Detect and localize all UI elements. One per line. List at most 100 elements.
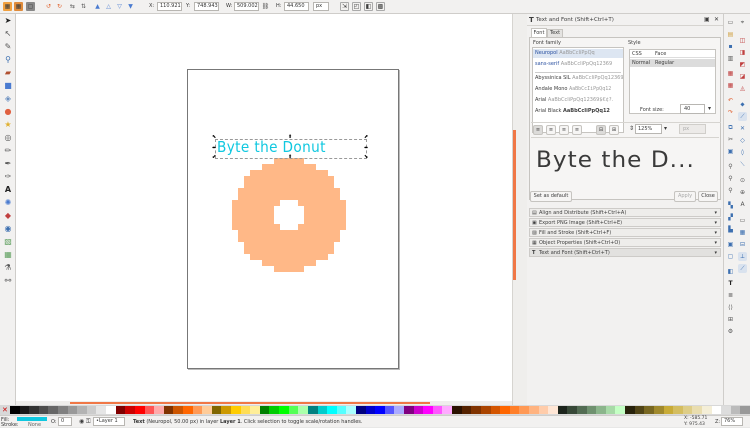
palette-swatch[interactable] <box>67 406 78 414</box>
scale-handle-nw[interactable]: ⬉ <box>212 135 216 140</box>
snap-text-baseline-icon[interactable]: A <box>738 200 747 209</box>
palette-swatch[interactable] <box>730 406 741 414</box>
palette-swatch[interactable] <box>38 406 49 414</box>
palette-swatch[interactable] <box>279 406 289 414</box>
palette-swatch[interactable] <box>336 406 347 414</box>
palette-swatch[interactable] <box>538 406 549 414</box>
layer-select[interactable]: •Layer 1 <box>93 417 125 426</box>
print-icon[interactable]: ▥ <box>726 54 735 63</box>
palette-swatch[interactable] <box>48 406 59 414</box>
font-size-dropdown-icon[interactable]: ▾ <box>708 105 711 112</box>
snap-bbox-midpoints-icon[interactable]: ◪ <box>738 72 747 81</box>
palette-swatch[interactable] <box>231 406 241 414</box>
palette-swatch[interactable] <box>490 406 501 414</box>
palette-swatch[interactable] <box>500 406 511 414</box>
undo-icon[interactable]: ↶ <box>726 96 735 105</box>
swatch-strip[interactable] <box>10 406 750 414</box>
palette-swatch[interactable] <box>461 406 472 414</box>
palette-swatch[interactable] <box>115 406 126 414</box>
group-icon[interactable]: ▣ <box>726 240 735 249</box>
palette-swatch[interactable] <box>394 406 405 414</box>
palette-swatch[interactable] <box>404 406 414 414</box>
palette-swatch[interactable] <box>182 406 193 414</box>
dock-collapse-icon[interactable]: ▾ <box>714 239 717 247</box>
palette-swatch[interactable] <box>269 406 280 414</box>
palette-swatch[interactable] <box>125 406 136 414</box>
dock-collapse-icon[interactable]: ▾ <box>714 249 717 257</box>
unlink-clone-icon[interactable]: ▙ <box>726 225 735 234</box>
palette-swatch[interactable] <box>432 406 443 414</box>
zoom-drawing-icon[interactable]: ⚲ <box>726 174 735 183</box>
save-icon[interactable]: ▪ <box>726 42 735 51</box>
palette-swatch[interactable] <box>567 406 578 414</box>
palette-swatch[interactable] <box>625 406 635 414</box>
palette-swatch[interactable] <box>519 406 530 414</box>
palette-swatch[interactable] <box>19 406 30 414</box>
tab-font[interactable]: Font <box>531 28 547 37</box>
dock-text-and-font[interactable]: T Text and Font (Shift+Ctrl+T) ▾ <box>529 248 721 257</box>
palette-swatch[interactable] <box>586 406 597 414</box>
set-default-button[interactable]: Set as default <box>530 191 572 202</box>
snap-midpoints-icon[interactable]: ⟍ <box>738 160 747 169</box>
palette-swatch[interactable] <box>721 406 732 414</box>
snap-bbox-icon[interactable]: ◫ <box>738 36 747 45</box>
align-center-icon[interactable]: ≡ <box>546 125 556 135</box>
no-paint-icon[interactable]: ✕ <box>2 406 8 414</box>
scale-handle-ne[interactable]: ⬈ <box>364 135 368 140</box>
dock-export-png[interactable]: ▣ Export PNG Image (Shift+Ctrl+E) ▾ <box>529 218 721 227</box>
style-row-selected[interactable]: Normal Regular <box>630 59 715 67</box>
snap-smooth-nodes-icon[interactable]: ◊ <box>738 148 747 157</box>
palette-swatch[interactable] <box>528 406 539 414</box>
list-item[interactable]: Arial Black AaBbCcIiPpQq12 <box>535 108 623 114</box>
opacity-field[interactable]: 0 <box>58 417 72 426</box>
snap-bbox-edges-icon[interactable]: ◨ <box>738 48 747 57</box>
snap-cusp-nodes-icon[interactable]: ◇ <box>738 136 747 145</box>
palette-swatch[interactable] <box>663 406 674 414</box>
palette-swatch[interactable] <box>480 406 491 414</box>
panel-float-icon[interactable]: ▣ <box>704 16 710 23</box>
align-dialog-icon[interactable]: ⊞ <box>726 315 735 324</box>
palette-swatch[interactable] <box>682 406 693 414</box>
snap-intersections-icon[interactable]: ✕ <box>738 124 747 133</box>
palette-swatch[interactable] <box>365 406 376 414</box>
palette-swatch[interactable] <box>317 406 328 414</box>
palette-swatch[interactable] <box>605 406 616 414</box>
palette-swatch[interactable] <box>701 406 712 414</box>
palette-swatch[interactable] <box>673 406 684 414</box>
snap-tangential-icon[interactable]: ⟋ <box>738 264 747 273</box>
align-left-icon[interactable]: ≡ <box>533 125 543 135</box>
scale-handle-s[interactable]: ⬍ <box>288 155 292 160</box>
list-item[interactable]: Abyssinica SIL AaBbCcIiPpQq12369 <box>535 75 623 81</box>
palette-swatch[interactable] <box>442 406 453 414</box>
palette-swatch[interactable] <box>692 406 703 414</box>
font-family-list[interactable]: Neuropol AaBbCcIiPpQq sans-serif AaBbCcI… <box>532 47 624 133</box>
palette-swatch[interactable] <box>250 406 261 414</box>
import-icon[interactable]: ▦ <box>726 69 735 78</box>
palette-swatch[interactable] <box>423 406 434 414</box>
palette-swatch[interactable] <box>346 406 357 414</box>
palette-swatch[interactable] <box>10 406 20 414</box>
palette-swatch[interactable] <box>471 406 482 414</box>
palette-swatch[interactable] <box>307 406 318 414</box>
clone-icon[interactable]: ▞ <box>726 213 735 222</box>
palette-swatch[interactable] <box>615 406 626 414</box>
list-item[interactable]: sans-serif AaBbCcIiPpQq12369 <box>535 61 623 67</box>
snap-guides-icon[interactable]: ⊟ <box>738 240 747 249</box>
layers-icon[interactable]: ≣ <box>726 291 735 300</box>
open-icon[interactable]: ▤ <box>726 30 735 39</box>
dock-collapse-icon[interactable]: ▾ <box>714 219 717 227</box>
palette-swatch[interactable] <box>327 406 338 414</box>
color-palette[interactable]: ✕ <box>0 405 750 415</box>
horizontal-scroll-indicator[interactable] <box>70 402 430 404</box>
xml-editor-icon[interactable]: ⟨⟩ <box>726 303 735 312</box>
vertical-scroll-indicator[interactable] <box>513 130 516 280</box>
scale-handle-se[interactable]: ⬊ <box>364 155 368 160</box>
palette-swatch[interactable] <box>86 406 97 414</box>
line-spacing-dropdown-icon[interactable]: ▾ <box>664 125 667 132</box>
layer-lock-icon[interactable]: ⚿ <box>86 418 91 426</box>
dock-object-properties[interactable]: ▦ Object Properties (Shift+Ctrl+O) ▾ <box>529 238 721 247</box>
copy-icon[interactable]: ⧉ <box>726 123 735 132</box>
paste-icon[interactable]: ▣ <box>726 147 735 156</box>
palette-swatch[interactable] <box>577 406 587 414</box>
close-button[interactable]: Close <box>698 191 718 202</box>
